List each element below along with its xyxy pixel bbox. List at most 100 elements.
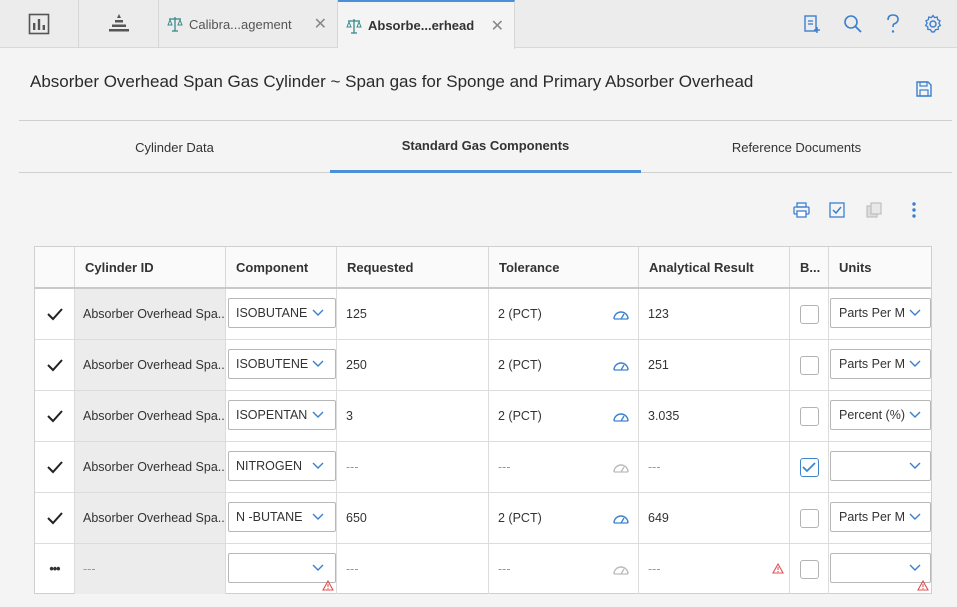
component-value: N -BUTANE	[236, 510, 303, 524]
units-dropdown[interactable]: Parts Per M	[830, 349, 931, 379]
chevron-down-icon	[909, 309, 921, 316]
header-tolerance[interactable]: Tolerance	[489, 247, 639, 287]
component-dropdown[interactable]: NITROGEN	[228, 451, 336, 481]
gauge-icon	[613, 566, 629, 575]
more-vertical-icon[interactable]	[905, 201, 923, 219]
requested-cell[interactable]: 650	[337, 493, 489, 543]
tolerance-cell[interactable]: 2 (PCT)	[489, 391, 639, 441]
row-checkbox[interactable]	[799, 559, 819, 579]
component-dropdown[interactable]: ISOBUTENE	[228, 349, 336, 379]
table-row[interactable]: Absorber Overhead Spa... N -BUTANE 650 2 (P…	[35, 493, 931, 544]
tab-calibration-management[interactable]: Calibra...agement ✕	[159, 0, 338, 48]
dashboard-button[interactable]	[0, 0, 79, 48]
header-units[interactable]: Units	[829, 247, 931, 287]
chevron-down-icon	[312, 411, 324, 418]
units-cell: Parts Per M	[829, 340, 931, 390]
chevron-down-icon	[909, 513, 921, 520]
gauge-icon	[613, 311, 629, 320]
close-icon[interactable]: ✕	[491, 16, 504, 36]
page-title: Absorber Overhead Span Gas Cylinder ~ Sp…	[30, 72, 754, 91]
tab-standard-gas-components[interactable]: Standard Gas Components	[330, 121, 641, 173]
warning-icon	[322, 580, 334, 591]
units-cell: Parts Per M	[829, 289, 931, 339]
close-icon[interactable]: ✕	[314, 14, 327, 34]
row-checkbox[interactable]	[799, 406, 819, 426]
header-cylinder-id[interactable]: Cylinder ID	[75, 247, 226, 287]
requested-cell[interactable]: 3	[337, 391, 489, 441]
table-row[interactable]: ••• --- --- --- ---	[35, 544, 931, 595]
tolerance-cell[interactable]: ---	[489, 544, 639, 594]
tolerance-cell[interactable]: 2 (PCT)	[489, 289, 639, 339]
table-row[interactable]: Absorber Overhead Spa... ISOBUTENE 250 2 (P…	[35, 340, 931, 391]
b-cell	[790, 340, 829, 390]
units-dropdown[interactable]	[830, 553, 931, 583]
component-value: ISOBUTANE	[236, 306, 308, 320]
grid-header: Cylinder ID Component Requested Toleranc…	[35, 247, 931, 289]
row-checkbox[interactable]	[799, 457, 819, 477]
requested-cell[interactable]: ---	[337, 442, 489, 492]
header-component[interactable]: Component	[226, 247, 337, 287]
units-dropdown[interactable]: Parts Per M	[830, 502, 931, 532]
warning-icon	[772, 563, 784, 574]
table-row[interactable]: Absorber Overhead Spa... ISOBUTANE 125 2 (P…	[35, 289, 931, 340]
requested-cell[interactable]: 125	[337, 289, 489, 339]
tolerance-cell[interactable]: 2 (PCT)	[489, 340, 639, 390]
row-status[interactable]	[35, 289, 75, 339]
checkmark-icon	[46, 308, 63, 321]
row-status[interactable]	[35, 340, 75, 390]
row-status[interactable]	[35, 391, 75, 441]
checklist-icon[interactable]	[828, 201, 846, 219]
help-icon[interactable]	[881, 12, 905, 36]
row-status[interactable]: •••	[35, 544, 75, 594]
analytical-result-cell[interactable]: 649	[639, 493, 790, 543]
tolerance-value: 2 (PCT)	[498, 511, 542, 525]
tab-cylinder-data[interactable]: Cylinder Data	[19, 121, 330, 173]
component-dropdown[interactable]: N -BUTANE	[228, 502, 336, 532]
chevron-down-icon	[909, 564, 921, 571]
analytical-result-cell[interactable]: 123	[639, 289, 790, 339]
row-checkbox[interactable]	[799, 508, 819, 528]
component-dropdown[interactable]	[228, 553, 336, 583]
row-checkbox[interactable]	[799, 304, 819, 324]
analytical-value: 123	[648, 307, 669, 321]
analytical-result-cell[interactable]: ---	[639, 442, 790, 492]
warning-icon	[917, 580, 929, 591]
component-dropdown[interactable]: ISOPENTAN	[228, 400, 336, 430]
print-icon[interactable]	[792, 201, 810, 219]
requested-cell[interactable]: 250	[337, 340, 489, 390]
row-menu-icon[interactable]: •••	[49, 562, 60, 576]
header-requested[interactable]: Requested	[337, 247, 489, 287]
table-row[interactable]: Absorber Overhead Spa... ISOPENTAN 3 2 (PCT…	[35, 391, 931, 442]
row-status[interactable]	[35, 442, 75, 492]
settings-icon[interactable]	[921, 12, 945, 36]
component-value: NITROGEN	[236, 459, 302, 473]
row-status[interactable]	[35, 493, 75, 543]
save-icon[interactable]	[915, 80, 933, 98]
units-dropdown[interactable]: Parts Per M	[830, 298, 931, 328]
hierarchy-button[interactable]	[79, 0, 159, 48]
units-value: Parts Per M	[839, 306, 905, 320]
tolerance-cell[interactable]: ---	[489, 442, 639, 492]
units-dropdown[interactable]	[830, 451, 931, 481]
header-b[interactable]: B...	[790, 247, 829, 287]
component-cell	[226, 544, 337, 594]
table-row[interactable]: Absorber Overhead Spa... NITROGEN --- --- --…	[35, 442, 931, 493]
cylinder-id-cell: Absorber Overhead Spa...	[75, 340, 226, 390]
tolerance-cell[interactable]: 2 (PCT)	[489, 493, 639, 543]
component-dropdown[interactable]: ISOBUTANE	[228, 298, 336, 328]
requested-cell[interactable]: ---	[337, 544, 489, 594]
gauge-icon	[613, 464, 629, 473]
clipboard-add-icon[interactable]	[800, 12, 824, 36]
analytical-result-cell[interactable]: 251	[639, 340, 790, 390]
cylinder-id-cell: Absorber Overhead Spa...	[75, 493, 226, 543]
units-value: Parts Per M	[839, 510, 905, 524]
analytical-result-cell[interactable]: 3.035	[639, 391, 790, 441]
tab-absorber-overhead[interactable]: Absorbe...erhead ✕	[338, 0, 515, 49]
tab-reference-documents[interactable]: Reference Documents	[641, 121, 952, 173]
units-dropdown[interactable]: Percent (%)	[830, 400, 931, 430]
units-cell	[829, 442, 931, 492]
search-icon[interactable]	[841, 12, 865, 36]
row-checkbox[interactable]	[799, 355, 819, 375]
header-analytical-result[interactable]: Analytical Result	[639, 247, 790, 287]
analytical-result-cell[interactable]: ---	[639, 544, 790, 594]
